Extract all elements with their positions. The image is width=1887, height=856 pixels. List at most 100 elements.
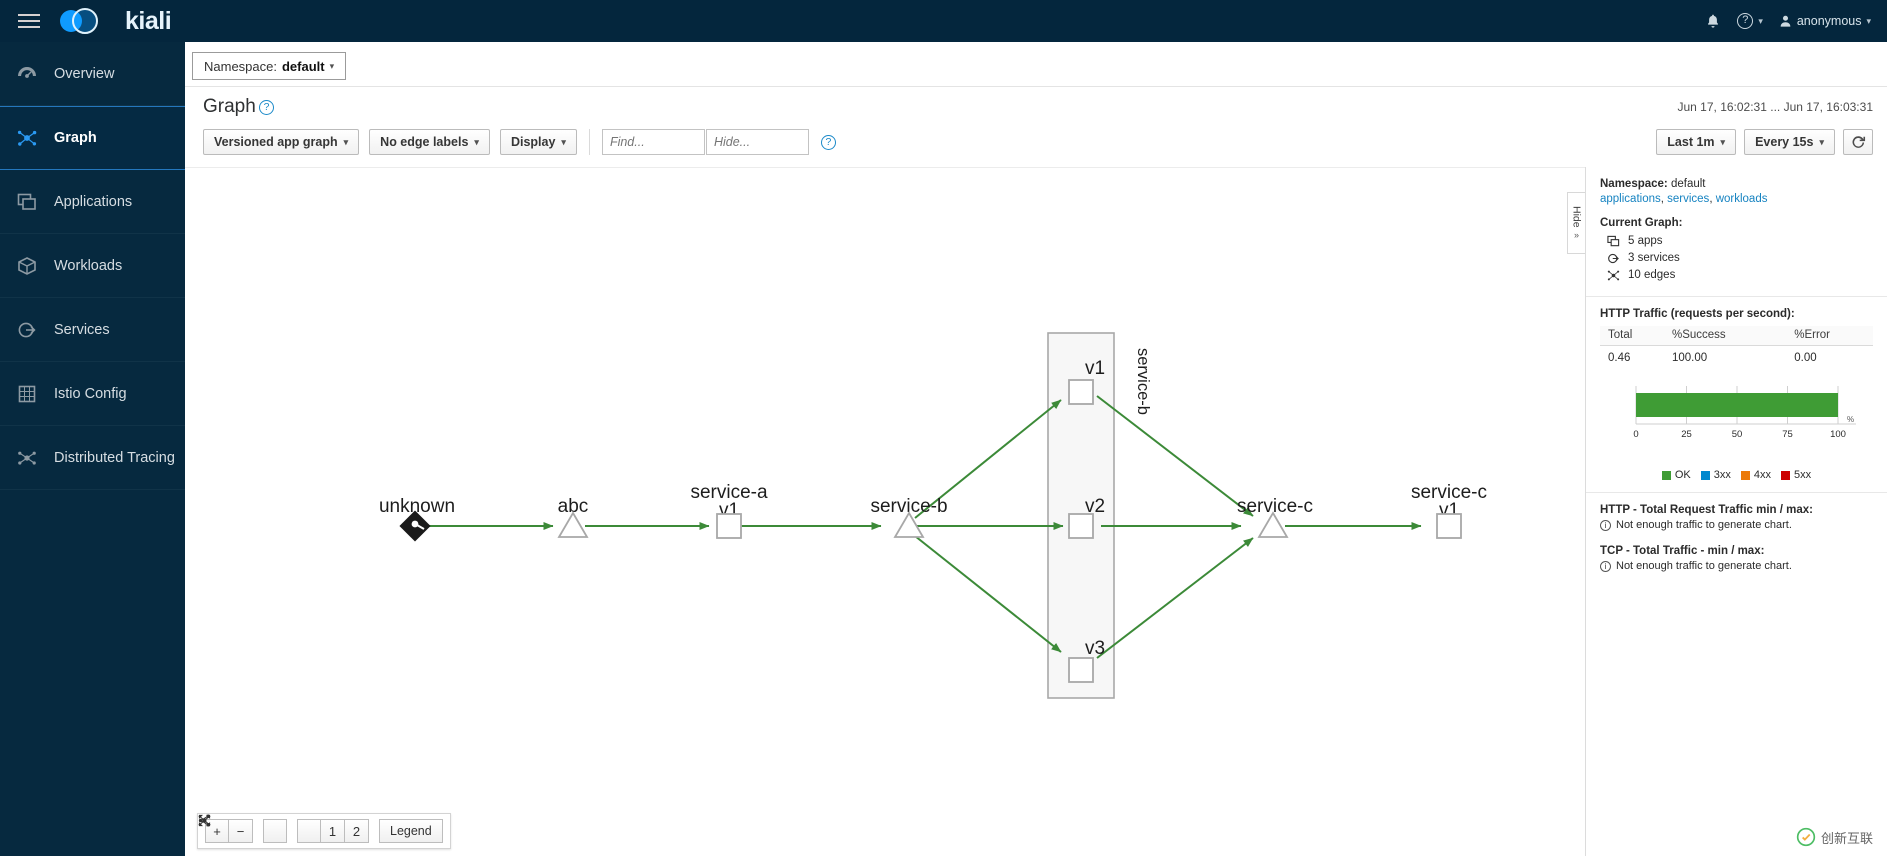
graph-canvas[interactable]: unknown abc service-a v1 service-b servi… [185, 167, 1765, 856]
refresh-button[interactable] [1843, 129, 1873, 155]
sidebar-item-istio-config[interactable]: Istio Config [0, 362, 185, 426]
brand-label: kiali [125, 6, 172, 35]
legend-button[interactable]: Legend [379, 819, 443, 843]
sidebar-item-label: Overview [54, 65, 115, 82]
chart-tick-labels: 0 25 50 75 100 [1633, 429, 1846, 440]
display-dropdown[interactable]: Display ▾ [499, 129, 577, 155]
legend-label: 3xx [1713, 469, 1731, 481]
sidebar-item-overview[interactable]: Overview [0, 42, 185, 106]
sidebar-item-label: Applications [54, 193, 133, 210]
summary-section: Namespace: default applications, service… [1586, 167, 1887, 296]
summary-namespace: Namespace: default [1600, 178, 1873, 190]
help-circle-icon: ? [1737, 13, 1754, 29]
sidebar-item-label: Istio Config [54, 385, 127, 402]
legend-item-ok: OK [1661, 469, 1691, 481]
applications-icon [1606, 234, 1620, 248]
http-minmax-note: Not enough traffic to generate chart. [1616, 519, 1792, 531]
summary-namespace-key: Namespace: [1600, 178, 1668, 190]
group-box-label: service-b [1134, 348, 1152, 415]
hide-input[interactable] [705, 129, 809, 155]
table-row: 0.46 100.00 0.00 [1600, 346, 1873, 369]
namespace-selector[interactable]: Namespace: default ▾ [192, 52, 347, 80]
zoom-out-button[interactable]: − [229, 819, 253, 843]
tick-label: 25 [1681, 429, 1692, 440]
graph-node-service-c-v1[interactable]: service-c v1 [1411, 482, 1487, 539]
page-header: Graph ? Jun 17, 16:02:31 ... Jun 17, 16:… [185, 87, 1887, 127]
refresh-interval-dropdown[interactable]: Every 15s ▾ [1744, 129, 1835, 155]
layout-graph-icon [198, 815, 211, 826]
chevron-down-icon: ▾ [1720, 136, 1726, 147]
graph-node-service-a[interactable]: service-a v1 [690, 482, 768, 539]
find-input[interactable] [601, 129, 705, 155]
node-label: service-c [1237, 496, 1313, 517]
node-label: v3 [1085, 638, 1105, 659]
node-label: v1 [1085, 358, 1105, 379]
stat-edges: 10 edges [1606, 268, 1873, 282]
workloads-icon [14, 254, 40, 278]
sidebar-item-label: Distributed Tracing [54, 449, 175, 466]
side-panel-hide-tab[interactable]: Hide » [1567, 192, 1585, 254]
hide-tab-label: Hide [1570, 206, 1583, 228]
layout-1-button[interactable]: 1 [198, 815, 345, 843]
http-minmax-note-row: i Not enough traffic to generate chart. [1600, 519, 1873, 531]
chevron-down-icon: ▾ [1758, 15, 1763, 26]
masthead-right: ? ▾ anonymous ▾ [1705, 13, 1887, 29]
tcp-minmax-note: Not enough traffic to generate chart. [1616, 560, 1792, 572]
graph-node-unknown[interactable]: unknown [379, 496, 455, 542]
layout-default-button[interactable] [198, 814, 321, 843]
help-circle-icon[interactable]: ? [259, 100, 274, 115]
legend-item-5xx: 5xx [1781, 469, 1811, 481]
legend-swatch [1700, 470, 1710, 480]
hamburger-icon[interactable] [0, 14, 58, 28]
stat-label: 5 apps [1628, 235, 1663, 247]
graph-type-dropdown[interactable]: Versioned app graph ▾ [203, 129, 360, 155]
stat-services: 3 services [1606, 251, 1873, 265]
user-name-label: anonymous [1796, 14, 1862, 28]
sidebar-item-services[interactable]: Services [0, 298, 185, 362]
graph-node-service-b[interactable]: service-b [870, 496, 948, 538]
sidebar-item-distributed-tracing[interactable]: Distributed Tracing [0, 426, 185, 490]
help-button[interactable]: ? ▾ [1737, 13, 1763, 29]
link-services[interactable]: services [1667, 193, 1709, 205]
applications-icon [14, 190, 40, 214]
graph-type-label: Versioned app graph [214, 135, 338, 149]
istio-config-icon [14, 382, 40, 406]
help-circle-icon[interactable]: ? [820, 134, 836, 150]
graph-icon [1606, 268, 1620, 282]
fit-to-screen-button[interactable] [198, 814, 287, 843]
sidebar-item-graph[interactable]: Graph [0, 106, 185, 170]
sidebar-item-applications[interactable]: Applications [0, 170, 185, 234]
namespace-value-label: default [281, 58, 325, 74]
chevron-down-icon: ▾ [1819, 136, 1824, 147]
watermark: 创新互联 [1796, 827, 1873, 847]
user-menu[interactable]: anonymous ▾ [1779, 14, 1871, 28]
link-applications[interactable]: applications [1600, 193, 1661, 205]
zoom-out-label: − [236, 823, 245, 839]
cell-total: 0.46 [1608, 352, 1631, 364]
services-icon [14, 318, 40, 342]
display-label: Display [510, 135, 556, 149]
sidebar-item-label: Graph [54, 130, 97, 146]
duration-dropdown[interactable]: Last 1m ▾ [1656, 129, 1737, 155]
graph-toolbar: Versioned app graph ▾ No edge labels ▾ D… [185, 127, 1887, 167]
graph-node-service-c[interactable]: service-c [1237, 496, 1313, 538]
graph-node-abc[interactable]: abc [557, 496, 589, 538]
summary-namespace-value: default [1670, 178, 1706, 190]
legend-swatch [1740, 470, 1750, 480]
brand[interactable]: kiali [58, 6, 172, 36]
layout-2-button[interactable]: 2 [198, 815, 369, 843]
legend-swatch [1661, 470, 1671, 480]
link-workloads[interactable]: workloads [1716, 193, 1768, 205]
cell-success: 100.00 [1672, 352, 1708, 364]
info-icon: i [1600, 560, 1611, 572]
time-range-label: Jun 17, 16:02:31 ... Jun 17, 16:03:31 [1677, 100, 1874, 114]
traffic-bar-chart: % 0 25 50 75 100 OK 3xx 4xx 5xx [1600, 382, 1873, 481]
namespace-prefix-label: Namespace: [204, 58, 277, 74]
edge-labels-dropdown[interactable]: No edge labels ▾ [369, 129, 490, 155]
sidebar-item-workloads[interactable]: Workloads [0, 234, 185, 298]
chart-legend: OK 3xx 4xx 5xx [1600, 469, 1873, 481]
tracing-icon [14, 446, 40, 470]
chevron-down-icon: ▾ [329, 60, 335, 71]
notifications-button[interactable] [1705, 13, 1721, 29]
kiali-logo-icon [58, 6, 116, 36]
